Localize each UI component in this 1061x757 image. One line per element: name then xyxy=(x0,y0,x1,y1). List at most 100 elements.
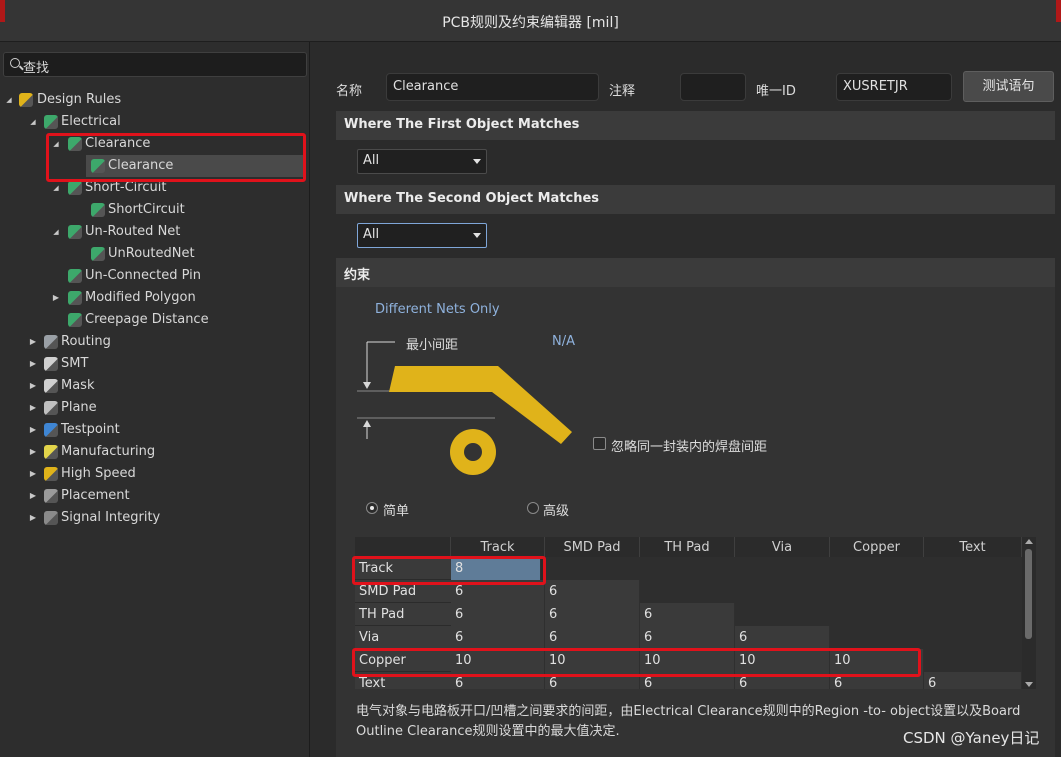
min-clearance-value[interactable]: N/A xyxy=(552,334,575,349)
tree-item-label: Creepage Distance xyxy=(85,312,209,327)
tree-item[interactable]: ShortCircuit xyxy=(0,199,306,221)
tree-item[interactable]: ▶ Routing xyxy=(0,331,306,353)
matrix-cell-empty xyxy=(924,557,1022,580)
tree-item-label: UnRoutedNet xyxy=(108,246,195,261)
clearance-diagram xyxy=(357,341,572,475)
scroll-down-icon[interactable] xyxy=(1025,682,1033,687)
tree-item-label: Plane xyxy=(61,400,97,415)
collapse-triangle-icon[interactable]: ◢ xyxy=(28,111,38,133)
tree-item-label: High Speed xyxy=(61,466,136,481)
comment-field[interactable] xyxy=(680,73,746,101)
chevron-down-icon xyxy=(473,159,481,164)
matrix-column-header[interactable]: Via xyxy=(735,537,830,557)
scroll-thumb[interactable] xyxy=(1025,549,1032,639)
plane-icon xyxy=(44,401,58,415)
expand-triangle-icon[interactable]: ▶ xyxy=(51,287,61,309)
collapse-triangle-icon[interactable]: ◢ xyxy=(4,89,14,111)
search-icon xyxy=(10,58,20,68)
matrix-cell[interactable]: 6 xyxy=(451,626,545,649)
matrix-corner xyxy=(355,537,451,557)
tree-item-label: Manufacturing xyxy=(61,444,156,459)
tree-item[interactable]: ▶ Placement xyxy=(0,485,306,507)
ignore-pad-checkbox[interactable] xyxy=(593,437,606,450)
matrix-column-header[interactable]: TH Pad xyxy=(640,537,735,557)
comment-label: 注释 xyxy=(609,84,636,99)
net-scope-link[interactable]: Different Nets Only xyxy=(375,302,500,317)
title-bar: PCB规则及约束编辑器 [mil] xyxy=(0,0,1061,42)
uid-label: 唯一ID xyxy=(756,84,796,99)
tree-item[interactable]: ▶ Testpoint xyxy=(0,419,306,441)
matrix-cell-empty xyxy=(545,557,640,580)
matrix-cell-empty xyxy=(830,580,924,603)
test-query-button[interactable]: 测试语句 xyxy=(963,71,1054,102)
expand-triangle-icon[interactable]: ▶ xyxy=(28,331,38,353)
matrix-cell[interactable]: 6 xyxy=(545,580,640,603)
testpoint-icon xyxy=(44,423,58,437)
tree-item[interactable]: ◢ Un-Routed Net xyxy=(0,221,306,243)
arrow-up-icon xyxy=(363,420,371,427)
tree-item[interactable]: ◢ Design Rules xyxy=(0,89,306,111)
expand-triangle-icon[interactable]: ▶ xyxy=(28,485,38,507)
matrix-cell[interactable]: 6 xyxy=(545,626,640,649)
matrix-cell[interactable]: 6 xyxy=(451,603,545,626)
matrix-cell-empty xyxy=(924,603,1022,626)
window-edge-marker xyxy=(1056,0,1061,22)
tree-item[interactable]: ▶ SMT xyxy=(0,353,306,375)
tree-item[interactable]: ▶ High Speed xyxy=(0,463,306,485)
matrix-column-header[interactable]: SMD Pad xyxy=(545,537,640,557)
tree-item[interactable]: UnRoutedNet xyxy=(0,243,306,265)
second-object-heading: Where The Second Object Matches xyxy=(336,185,1055,214)
window-title: PCB规则及约束编辑器 [mil] xyxy=(442,15,619,31)
expand-triangle-icon[interactable]: ▶ xyxy=(28,353,38,375)
tree-item-label: ShortCircuit xyxy=(108,202,185,217)
first-object-select[interactable]: All xyxy=(357,149,487,174)
matrix-scrollbar[interactable] xyxy=(1022,537,1036,689)
matrix-column-header[interactable]: Text xyxy=(924,537,1022,557)
matrix-column-header[interactable]: Track xyxy=(451,537,545,557)
search-input[interactable]: 查找 xyxy=(3,52,307,77)
matrix-cell-empty xyxy=(640,557,735,580)
high-speed-icon xyxy=(44,467,58,481)
tree-item[interactable]: ▶ Plane xyxy=(0,397,306,419)
matrix-cell[interactable]: 6 xyxy=(545,603,640,626)
expand-triangle-icon[interactable]: ▶ xyxy=(28,463,38,485)
tree-item[interactable]: ▶ Modified Polygon xyxy=(0,287,306,309)
mode-simple-radio[interactable] xyxy=(366,502,378,514)
matrix-cell[interactable]: 6 xyxy=(640,603,735,626)
watermark: CSDN @Yaney日记 xyxy=(903,729,1040,747)
expand-triangle-icon[interactable]: ▶ xyxy=(28,441,38,463)
matrix-cell-empty xyxy=(924,580,1022,603)
expand-triangle-icon[interactable]: ▶ xyxy=(28,397,38,419)
tree-item[interactable]: Creepage Distance xyxy=(0,309,306,331)
second-object-select[interactable]: All xyxy=(357,223,487,248)
tree-item[interactable]: ◢ Electrical xyxy=(0,111,306,133)
signal-integrity-icon xyxy=(44,511,58,525)
tree-item[interactable]: ▶ Signal Integrity xyxy=(0,507,306,529)
uid-field[interactable]: XUSRETJR xyxy=(836,73,952,101)
rule-category-icon xyxy=(68,269,82,283)
tree-item-label: Signal Integrity xyxy=(61,510,161,525)
rule-name-field[interactable]: Clearance xyxy=(386,73,599,101)
tree-item[interactable]: ▶ Manufacturing xyxy=(0,441,306,463)
matrix-cell-empty xyxy=(735,580,830,603)
mode-advanced-radio[interactable] xyxy=(527,502,539,514)
mode-advanced-label: 高级 xyxy=(543,504,570,519)
scroll-up-icon[interactable] xyxy=(1025,539,1033,544)
search-placeholder: 查找 xyxy=(23,61,50,76)
arrow-down-icon xyxy=(363,382,371,389)
matrix-cell-empty xyxy=(830,626,924,649)
matrix-cell-empty xyxy=(830,557,924,580)
first-object-heading: Where The First Object Matches xyxy=(336,111,1055,140)
expand-triangle-icon[interactable]: ▶ xyxy=(28,507,38,529)
expand-triangle-icon[interactable]: ▶ xyxy=(28,419,38,441)
collapse-triangle-icon[interactable]: ◢ xyxy=(51,221,61,243)
matrix-cell[interactable]: 6 xyxy=(924,672,1022,689)
matrix-column-header[interactable]: Copper xyxy=(830,537,924,557)
matrix-cell-empty xyxy=(735,557,830,580)
tree-item-label: Testpoint xyxy=(61,422,120,437)
expand-triangle-icon[interactable]: ▶ xyxy=(28,375,38,397)
tree-item[interactable]: ▶ Mask xyxy=(0,375,306,397)
matrix-cell[interactable]: 6 xyxy=(640,626,735,649)
tree-item[interactable]: Un-Connected Pin xyxy=(0,265,306,287)
matrix-cell[interactable]: 6 xyxy=(735,626,830,649)
